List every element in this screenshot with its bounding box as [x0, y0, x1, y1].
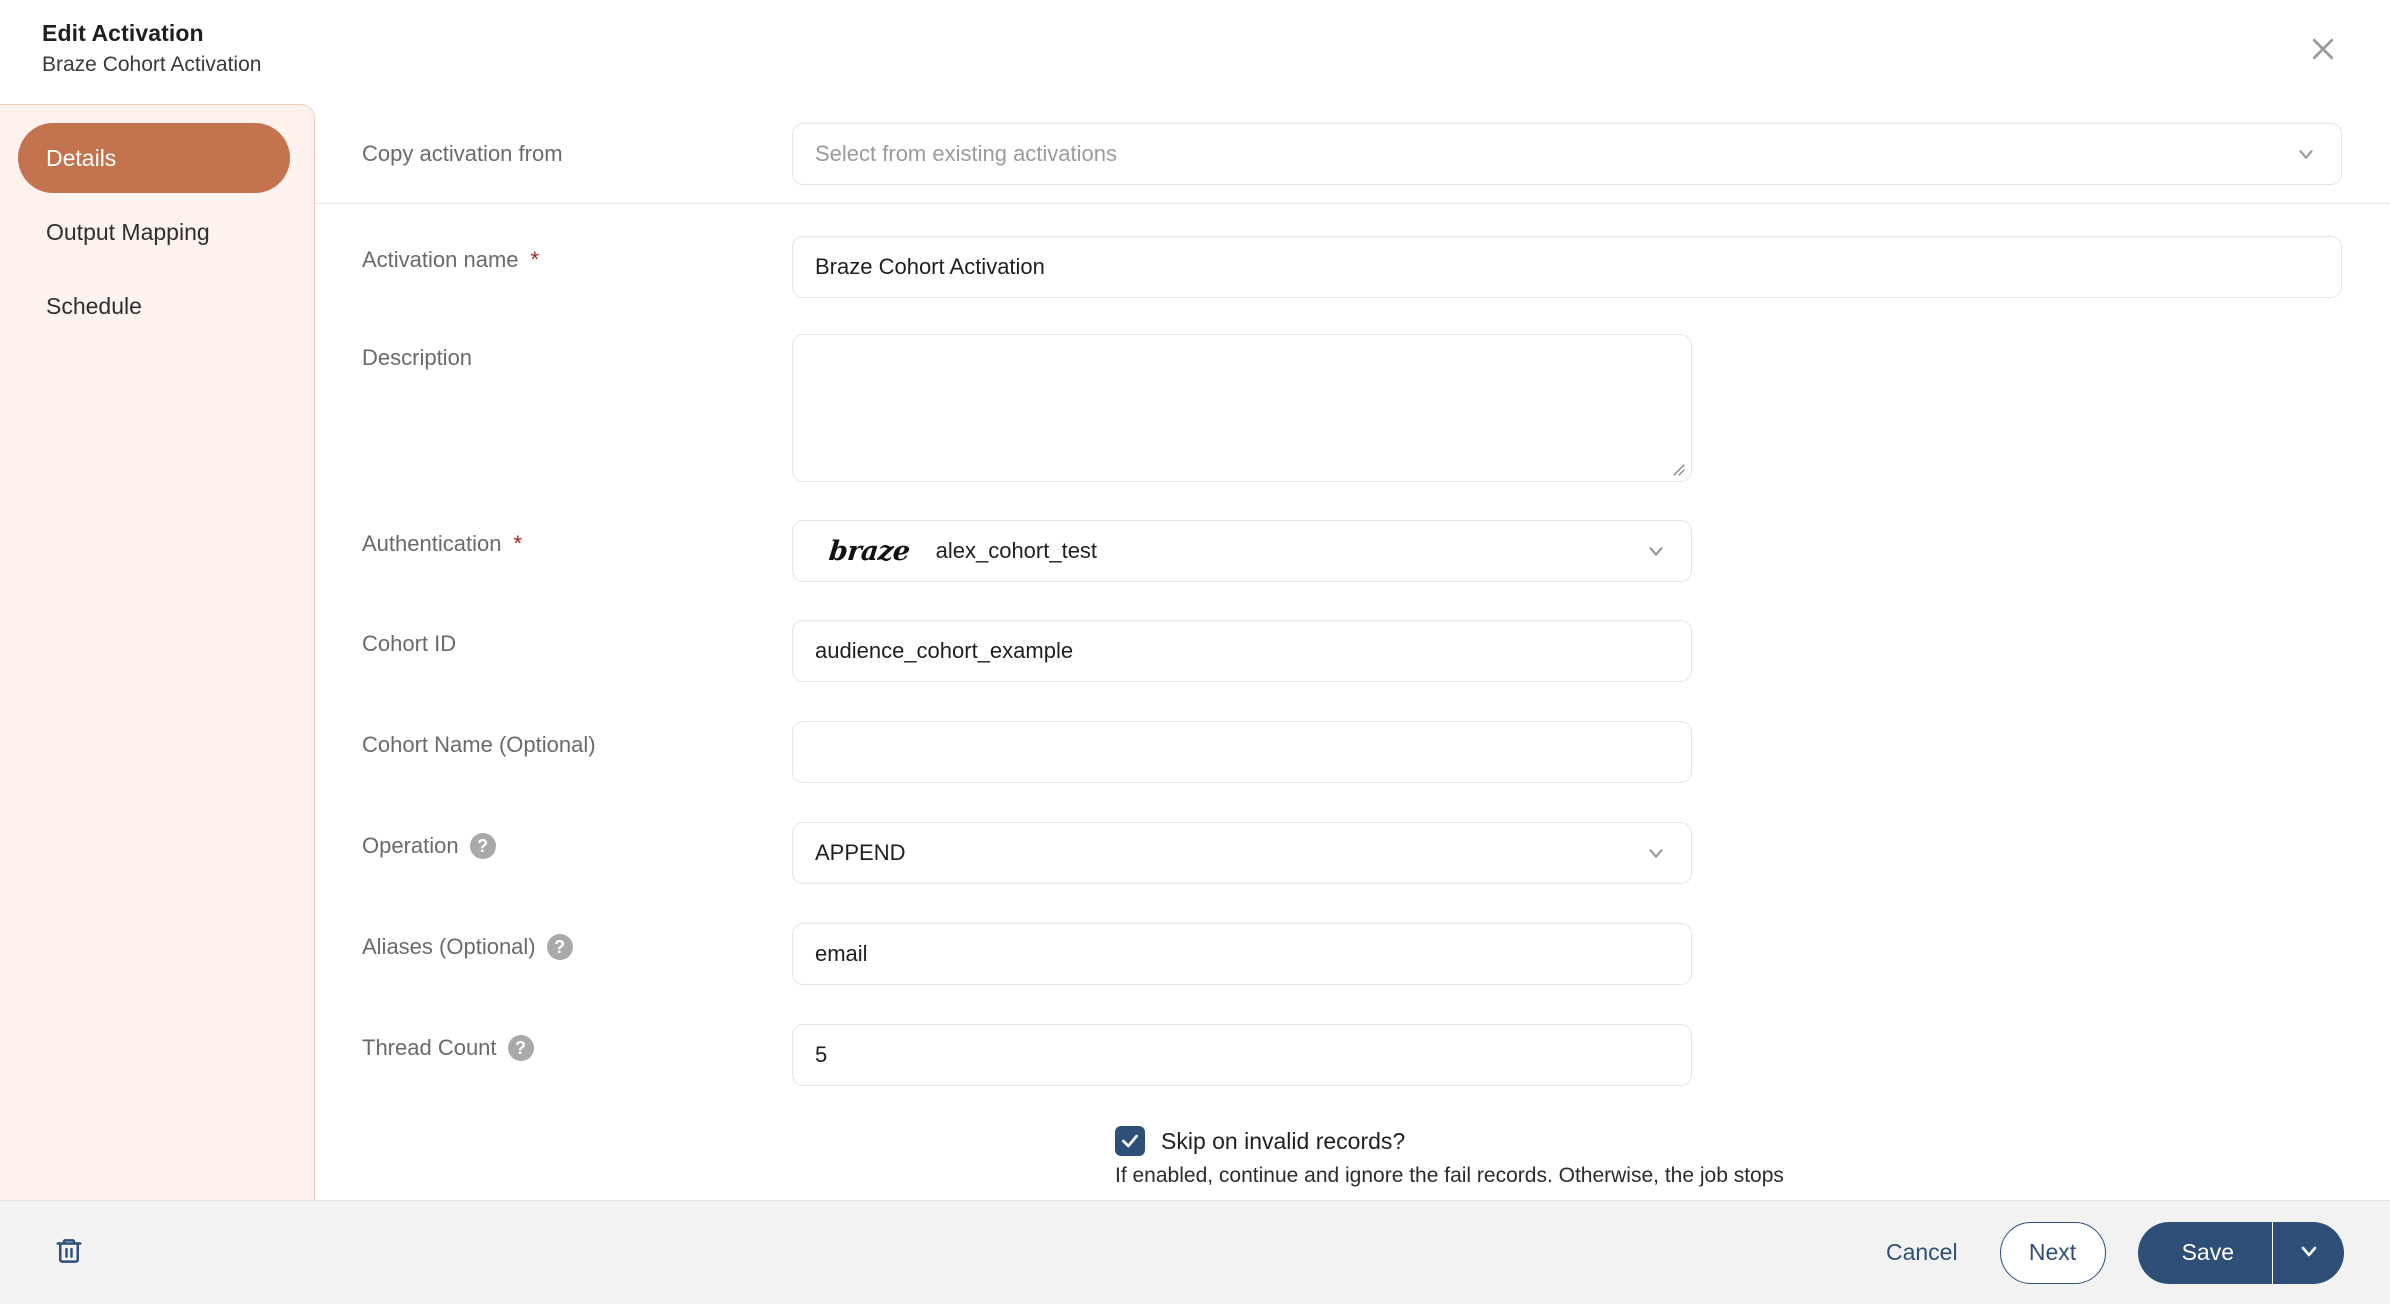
skip-invalid-records-row: Skip on invalid records? [1115, 1126, 2390, 1156]
cohort-id-value: audience_cohort_example [815, 638, 1074, 663]
field-row-cohort-name: Cohort Name (Optional) [315, 721, 2390, 783]
copy-activation-placeholder: Select from existing activations [815, 140, 1118, 166]
thread-count-label: Thread Count ? [362, 1024, 792, 1061]
help-icon[interactable]: ? [546, 934, 573, 960]
skip-invalid-records-block: Skip on invalid records? If enabled, con… [315, 1126, 2390, 1188]
field-row-aliases: Aliases (Optional) ? email [315, 923, 2390, 985]
page-title: Edit Activation [42, 20, 204, 46]
sidebar-item-label: Output Mapping [46, 218, 210, 245]
field-row-description: Description [315, 334, 2390, 482]
cohort-name-label: Cohort Name (Optional) [362, 732, 596, 757]
thread-count-input[interactable]: 5 [792, 1024, 1692, 1086]
authentication-select[interactable]: braze alex_cohort_test [792, 520, 1692, 582]
description-textarea[interactable] [792, 334, 1692, 482]
description-label: Description [362, 345, 473, 370]
activation-name-value: Braze Cohort Activation [815, 254, 1045, 279]
next-button[interactable]: Next [1999, 1221, 2106, 1284]
sidebar-item-label: Details [46, 144, 117, 171]
field-row-activation-name: Activation name * Braze Cohort Activation [315, 236, 2390, 298]
skip-invalid-records-help-text: If enabled, continue and ignore the fail… [1115, 1164, 1784, 1187]
cohort-name-input[interactable] [792, 721, 1692, 783]
field-row-cohort-id: Cohort ID audience_cohort_example [315, 620, 2390, 682]
modal-body: Details Output Mapping Schedule Copy act… [0, 104, 2390, 1200]
chevron-down-icon [2297, 1239, 2321, 1266]
aliases-input[interactable]: email [792, 923, 1692, 985]
skip-invalid-records-checkbox[interactable] [1115, 1126, 1145, 1156]
sidebar: Details Output Mapping Schedule [0, 104, 315, 1200]
chevron-down-icon [1643, 538, 1669, 564]
braze-logo-icon: braze [827, 535, 912, 567]
authentication-value: alex_cohort_test [935, 538, 1098, 563]
field-row-thread-count: Thread Count ? 5 [315, 1024, 2390, 1086]
help-icon[interactable]: ? [469, 833, 496, 859]
thread-count-value: 5 [815, 1042, 828, 1067]
thread-count-label-text: Thread Count [362, 1035, 497, 1060]
aliases-value: email [815, 941, 868, 966]
footer-actions: Cancel Next Save [1876, 1221, 2344, 1284]
operation-label: Operation ? [362, 822, 792, 859]
close-button[interactable] [2300, 26, 2346, 72]
close-icon [2308, 34, 2338, 64]
operation-select[interactable]: APPEND [792, 822, 1692, 884]
page-subtitle: Braze Cohort Activation [42, 53, 262, 76]
aliases-label: Aliases (Optional) ? [362, 923, 792, 960]
cohort-id-label: Cohort ID [362, 631, 457, 656]
copy-activation-label: Copy activation from [362, 140, 563, 166]
trash-icon [54, 1236, 84, 1269]
field-row-operation: Operation ? APPEND [315, 822, 2390, 884]
save-button-group: Save [2137, 1221, 2344, 1284]
copy-activation-select[interactable]: Select from existing activations [792, 122, 2342, 185]
skip-invalid-records-label: Skip on invalid records? [1161, 1127, 1406, 1154]
field-row-copy-activation: Copy activation from Select from existin… [315, 104, 2390, 204]
delete-activation-button[interactable] [42, 1226, 96, 1280]
cohort-id-input[interactable]: audience_cohort_example [792, 620, 1692, 682]
authentication-label: Authentication * [362, 520, 792, 557]
activation-name-label-text: Activation name [362, 247, 519, 272]
sidebar-item-output-mapping[interactable]: Output Mapping [18, 197, 290, 267]
save-button[interactable]: Save [2138, 1222, 2272, 1284]
chevron-down-icon [1643, 840, 1669, 866]
aliases-label-text: Aliases (Optional) [362, 934, 536, 959]
field-row-authentication: Authentication * braze alex_cohort_test [315, 520, 2390, 582]
sidebar-item-schedule[interactable]: Schedule [18, 271, 290, 341]
authentication-label-text: Authentication [362, 531, 502, 556]
operation-label-text: Operation [362, 833, 459, 858]
resize-handle-icon[interactable] [1668, 459, 1686, 477]
operation-value: APPEND [815, 840, 906, 865]
chevron-down-icon [2293, 141, 2319, 167]
required-marker: * [530, 247, 540, 272]
required-marker: * [513, 531, 522, 556]
help-icon[interactable]: ? [507, 1035, 534, 1061]
modal-footer: Cancel Next Save [0, 1200, 2390, 1304]
cancel-button[interactable]: Cancel [1876, 1231, 1968, 1274]
activation-name-input[interactable]: Braze Cohort Activation [792, 236, 2342, 298]
sidebar-item-details[interactable]: Details [18, 123, 290, 193]
save-options-button[interactable] [2272, 1221, 2344, 1284]
edit-activation-modal: Edit Activation Braze Cohort Activation … [0, 0, 2390, 1304]
modal-header: Edit Activation Braze Cohort Activation [0, 0, 2390, 104]
activation-name-label: Activation name * [362, 236, 792, 273]
details-form: Copy activation from Select from existin… [315, 104, 2390, 1200]
sidebar-item-label: Schedule [46, 292, 142, 319]
